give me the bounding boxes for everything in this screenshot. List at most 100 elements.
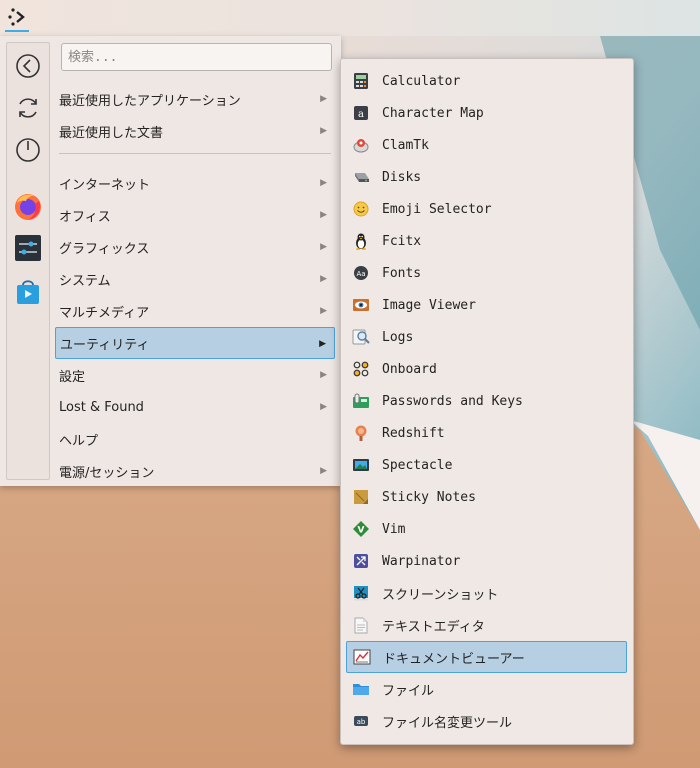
settings-sliders-icon	[15, 235, 41, 261]
refresh-button[interactable]	[11, 91, 45, 125]
chevron-right-icon: ▶	[320, 274, 327, 284]
refresh-icon	[19, 98, 37, 118]
character-map-icon: a	[351, 103, 371, 123]
app-image-viewer[interactable]: Image Viewer	[346, 289, 627, 321]
app-logs[interactable]: Logs	[346, 321, 627, 353]
system-settings-launcher[interactable]	[11, 231, 45, 265]
category-label: 最近使用したアプリケーション	[59, 93, 241, 109]
category-label: オフィス	[59, 209, 111, 225]
svg-text:V: V	[358, 526, 365, 536]
app-fcitx[interactable]: Fcitx	[346, 225, 627, 257]
fonts-icon: Aa	[351, 263, 371, 283]
kde-launcher-icon	[8, 8, 25, 26]
app-label: Image Viewer	[382, 297, 476, 313]
app-label: Vim	[382, 521, 406, 537]
power-icon	[16, 138, 40, 162]
app-label: Calculator	[382, 73, 461, 89]
app-screenshot[interactable]: スクリーンショット	[346, 577, 627, 609]
app-rename-tool[interactable]: ab ファイル名変更ツール	[346, 705, 627, 737]
image-viewer-icon	[351, 295, 371, 315]
app-label: スクリーンショット	[382, 587, 499, 603]
menu-divider	[59, 153, 331, 154]
app-document-viewer[interactable]: ドキュメントビューアー	[346, 641, 627, 673]
app-disks[interactable]: Disks	[346, 161, 627, 193]
app-character-map[interactable]: a Character Map	[346, 97, 627, 129]
svg-text:a: a	[358, 109, 364, 120]
category-label: インターネット	[59, 177, 151, 193]
category-graphics[interactable]: グラフィックス ▶	[55, 231, 335, 263]
category-recent-docs[interactable]: 最近使用した文書 ▶	[55, 115, 335, 147]
app-onboard[interactable]: Onboard	[346, 353, 627, 385]
category-recent-apps[interactable]: 最近使用したアプリケーション ▶	[55, 83, 335, 115]
warpinator-icon	[351, 551, 371, 571]
onboard-icon	[351, 359, 371, 379]
chevron-right-icon: ▶	[320, 210, 327, 220]
category-multimedia[interactable]: マルチメディア ▶	[55, 295, 335, 327]
chevron-right-icon: ▶	[320, 126, 327, 136]
firefox-launcher[interactable]	[11, 189, 45, 223]
text-editor-icon	[351, 615, 371, 635]
app-calculator[interactable]: Calculator	[346, 65, 627, 97]
active-indicator	[5, 30, 29, 32]
category-label: 設定	[59, 369, 86, 385]
app-spectacle[interactable]: Spectacle	[346, 449, 627, 481]
category-power-session[interactable]: 電源/セッション ▶	[55, 455, 335, 487]
chevron-right-icon: ▶	[319, 339, 326, 349]
category-label: Lost & Found	[59, 399, 144, 415]
category-label: システム	[59, 273, 111, 289]
power-button[interactable]	[11, 133, 45, 167]
discover-launcher[interactable]	[11, 275, 45, 309]
penguin-icon	[351, 231, 371, 251]
app-vim[interactable]: V Vim	[346, 513, 627, 545]
svg-text:ab: ab	[357, 718, 366, 726]
app-text-editor[interactable]: テキストエディタ	[346, 609, 627, 641]
app-label: ファイル名変更ツール	[382, 715, 513, 731]
vim-icon: V	[351, 519, 371, 539]
category-label: マルチメディア	[59, 305, 150, 321]
category-utilities[interactable]: ユーティリティ ▶	[55, 327, 335, 359]
utilities-submenu: Calculator a Character Map ClamTk Disks …	[340, 58, 634, 745]
screenshot-icon	[351, 583, 371, 603]
category-system[interactable]: システム ▶	[55, 263, 335, 295]
chevron-right-icon: ▶	[320, 466, 327, 476]
top-panel	[0, 0, 700, 36]
chevron-right-icon: ▶	[320, 370, 327, 380]
rename-tool-icon: ab	[351, 711, 371, 731]
category-settings[interactable]: 設定 ▶	[55, 359, 335, 391]
app-label: Disks	[382, 169, 422, 185]
app-label: Fonts	[382, 265, 422, 281]
category-office[interactable]: オフィス ▶	[55, 199, 335, 231]
category-label: ヘルプ	[59, 433, 99, 449]
app-label: テキストエディタ	[382, 619, 485, 635]
search-input[interactable]	[61, 43, 332, 71]
app-label: Spectacle	[382, 457, 453, 473]
app-label: Warpinator	[382, 553, 461, 569]
app-label: Onboard	[382, 361, 437, 377]
application-menu: 最近使用したアプリケーション ▶ 最近使用した文書 ▶ インターネット ▶ オフ…	[0, 36, 341, 486]
back-button[interactable]	[11, 49, 45, 83]
application-launcher-button[interactable]	[3, 2, 31, 32]
app-clamtk[interactable]: ClamTk	[346, 129, 627, 161]
app-redshift[interactable]: Redshift	[346, 417, 627, 449]
category-label: グラフィックス	[59, 241, 150, 257]
category-label: 電源/セッション	[59, 465, 155, 481]
app-emoji-selector[interactable]: Emoji Selector	[346, 193, 627, 225]
app-warpinator[interactable]: Warpinator	[346, 545, 627, 577]
app-files[interactable]: ファイル	[346, 673, 627, 705]
back-icon	[16, 54, 40, 78]
passwords-icon	[351, 391, 371, 411]
category-help[interactable]: ヘルプ	[55, 423, 335, 455]
app-fonts[interactable]: Aa Fonts	[346, 257, 627, 289]
app-label: ClamTk	[382, 137, 429, 153]
chevron-right-icon: ▶	[320, 402, 327, 412]
category-internet[interactable]: インターネット ▶	[55, 167, 335, 199]
favorites-column	[6, 42, 50, 480]
sticky-notes-icon	[351, 487, 371, 507]
app-passwords-and-keys[interactable]: Passwords and Keys	[346, 385, 627, 417]
category-lost-found[interactable]: Lost & Found ▶	[55, 391, 335, 423]
app-sticky-notes[interactable]: Sticky Notes	[346, 481, 627, 513]
firefox-icon	[15, 194, 41, 220]
emoji-icon	[351, 199, 371, 219]
discover-store-icon	[17, 280, 39, 304]
disks-icon	[351, 167, 371, 187]
